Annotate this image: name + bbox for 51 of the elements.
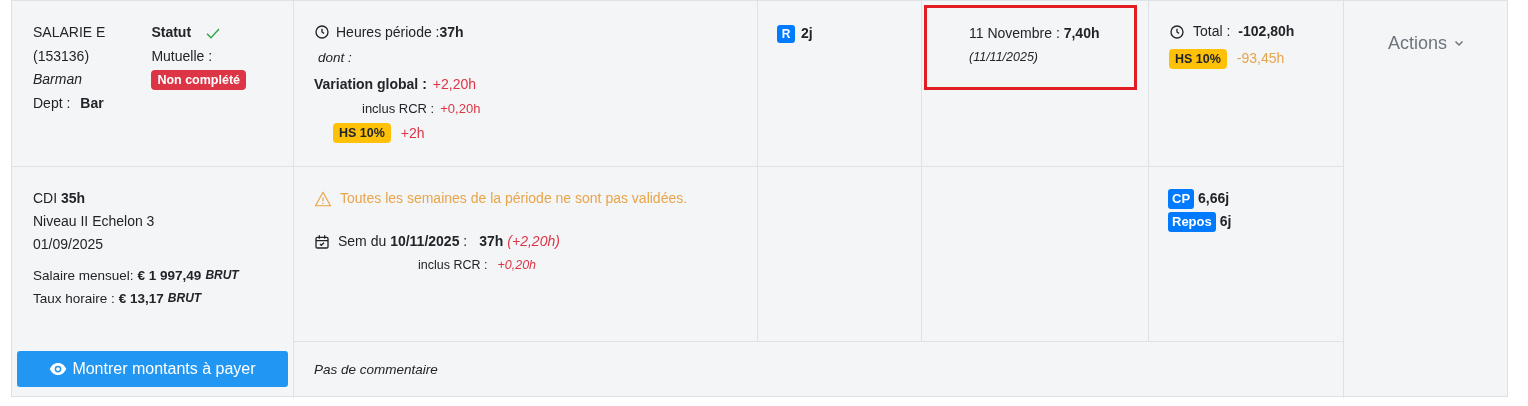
dept-value: Bar [80, 93, 104, 113]
dept-label: Dept : [33, 93, 71, 113]
warning-icon [314, 189, 332, 208]
rate-value: € 13,17 [118, 290, 164, 308]
balance-value: 6,66j [1198, 189, 1230, 208]
variation-label: Variation global : [314, 75, 427, 95]
balance-badge: CP [1168, 188, 1195, 209]
variation-value: +2,20h [432, 75, 476, 95]
rcr-label: inclus RCR : [418, 257, 488, 274]
status-label: Statut [151, 23, 192, 42]
dont-label: dont : [318, 49, 353, 67]
employee-name: SALARIE E [33, 23, 106, 42]
clock-icon [1169, 23, 1185, 40]
rate-label: Taux horaire : [33, 290, 115, 308]
hs-badge: HS 10% [1169, 48, 1227, 69]
hs-badge: HS 10% [333, 123, 391, 144]
actions-dropdown[interactable]: Actions [1388, 31, 1465, 55]
rcr-label: inclus RCR : [362, 100, 435, 119]
balance-value: 6j [1219, 212, 1232, 231]
holiday-date: (11/11/2025) [969, 49, 1040, 66]
hs-total-value: -93,45h [1236, 49, 1285, 68]
salary-label: Salaire mensuel: [33, 267, 134, 285]
week-variation: (+2,20h) [507, 232, 560, 251]
employee-id: (153136) [33, 46, 91, 66]
rcr-value: +0,20h [497, 257, 537, 274]
period-hours: Heures période :37h [336, 23, 464, 42]
clock-icon [314, 24, 330, 40]
holiday-title: 11 Novembre : 7,40h [969, 24, 1101, 43]
contract-type: CDI 35h [33, 189, 87, 208]
week-label: Sem du 10/11/2025 : [338, 232, 468, 251]
currency-unit: BRUT [167, 290, 202, 307]
rcr-value: +0,20h [440, 100, 481, 119]
show-amounts-button[interactable]: Montrer montants à payer [17, 351, 288, 387]
total-value: -102,80h [1238, 22, 1295, 41]
status-badge: Non complété [151, 70, 247, 90]
contract-level: Niveau II Echelon 3 [33, 212, 156, 231]
eye-icon [49, 360, 68, 378]
hs-value: +2h [400, 123, 425, 143]
validation-warning: Toutes les semaines de la période ne sont pas validées. [340, 189, 688, 208]
rest-badge: R [777, 24, 795, 43]
comment-text: Pas de commentaire [314, 360, 438, 379]
currency-unit: BRUT [205, 267, 239, 284]
calendar-icon [314, 233, 330, 250]
salary-value: € 1 997,49 [137, 267, 202, 285]
mutuelle-label: Mutuelle : [151, 46, 214, 66]
week-hours: 37h [479, 232, 504, 251]
contract-start: 01/09/2025 [33, 235, 105, 254]
balance-badge: Repos [1168, 211, 1216, 232]
rest-value: 2j [801, 24, 813, 43]
job-title: Barman [33, 70, 84, 89]
total-label: Total : [1193, 22, 1231, 41]
